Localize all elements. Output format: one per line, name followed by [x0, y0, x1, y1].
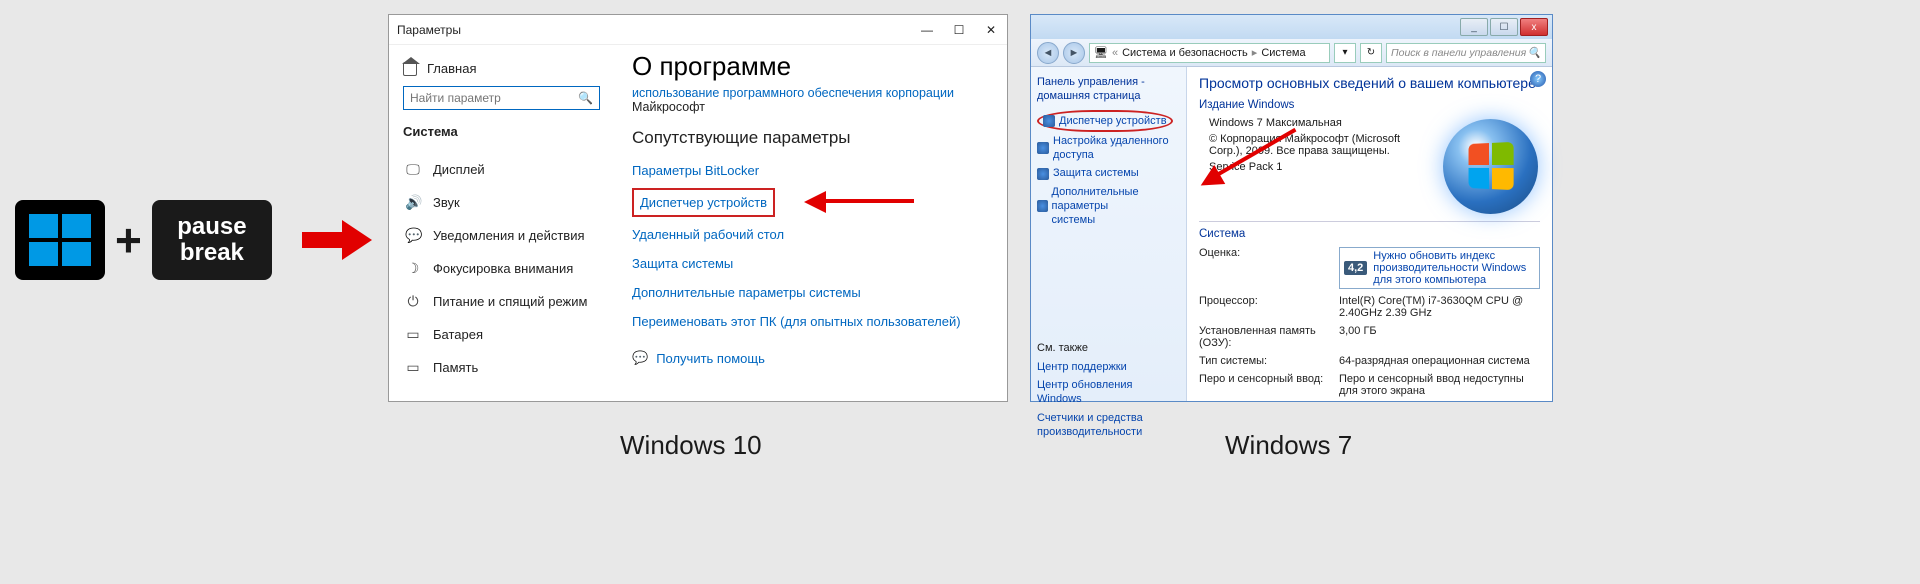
- windows-logo-icon: [1443, 119, 1538, 214]
- pen-touch-row: Перо и сенсорный ввод:Перо и сенсорный в…: [1199, 370, 1540, 400]
- edition-heading: Издание Windows: [1199, 99, 1540, 111]
- refresh-dropdown[interactable]: ▾: [1334, 43, 1356, 63]
- chat-icon: 💬: [405, 227, 421, 244]
- ms-terms-link[interactable]: использование программного обеспечения к…: [632, 86, 989, 114]
- home-nav[interactable]: Главная: [403, 55, 600, 86]
- get-help-link[interactable]: 💬 Получить помощь: [632, 350, 989, 366]
- help-bubble-icon: 💬: [632, 350, 648, 366]
- link-device-manager[interactable]: Диспетчер устройств: [1037, 110, 1173, 132]
- related-heading: Сопутствующие параметры: [632, 128, 989, 148]
- nav-sound[interactable]: 🔊Звук: [403, 186, 600, 219]
- caption-win7: Windows 7: [1225, 430, 1352, 461]
- power-icon: ⏻: [405, 293, 421, 310]
- win10-titlebar: Параметры — ☐ ✕: [389, 15, 1007, 45]
- shield-icon: [1037, 142, 1049, 154]
- shield-icon: [1043, 115, 1055, 127]
- help-icon[interactable]: ?: [1530, 71, 1546, 87]
- pause-break-key: pause break: [152, 200, 272, 280]
- win7-system-window: _ ☐ x ◄ ► 🖥 « Система и безопасность ▸ С…: [1030, 14, 1553, 402]
- win7-address-bar: ◄ ► 🖥 « Система и безопасность ▸ Система…: [1031, 39, 1552, 67]
- minimize-button[interactable]: —: [919, 23, 935, 37]
- battery-icon: ▭: [405, 326, 421, 343]
- link-device-manager[interactable]: Диспетчер устройств: [632, 188, 775, 217]
- nav-power[interactable]: ⏻Питание и спящий режим: [403, 285, 600, 318]
- windows-key-icon: [15, 200, 105, 280]
- maximize-button[interactable]: ☐: [951, 23, 967, 37]
- cpu-row: Процессор:Intel(R) Core(TM) i7-3630QM CP…: [1199, 292, 1540, 322]
- link-system-protection[interactable]: Защита системы: [1037, 164, 1180, 182]
- page-heading: О программе: [632, 51, 989, 82]
- ram-row: Установленная память (ОЗУ):3,00 ГБ: [1199, 322, 1540, 352]
- link-action-center[interactable]: Центр поддержки: [1037, 358, 1180, 376]
- speaker-icon: 🔊: [405, 194, 421, 211]
- link-system-protection[interactable]: Защита системы: [632, 249, 989, 278]
- win10-sidebar: Главная 🔍 Система 🖵Дисплей 🔊Звук 💬Уведом…: [389, 45, 614, 401]
- link-rename-pc[interactable]: Переименовать этот ПК (для опытных польз…: [632, 307, 989, 336]
- search-input[interactable]: 🔍: [403, 86, 600, 110]
- win10-main: О программе использование программного о…: [614, 45, 1007, 401]
- link-windows-update[interactable]: Центр обновления Windows: [1037, 376, 1180, 409]
- close-button[interactable]: x: [1520, 18, 1548, 36]
- plus-sign: +: [115, 213, 142, 267]
- link-remote-desktop[interactable]: Удаленный рабочий стол: [632, 220, 989, 249]
- search-icon: 🔍: [1528, 46, 1541, 59]
- arrow-right-icon: [302, 220, 372, 260]
- refresh-button[interactable]: ↻: [1360, 43, 1382, 63]
- control-panel-search[interactable]: Поиск в панели управления 🔍: [1386, 43, 1546, 63]
- minimize-button[interactable]: _: [1460, 18, 1488, 36]
- rating-box[interactable]: 4,2 Нужно обновить индекс производительн…: [1339, 247, 1540, 289]
- system-type-row: Тип системы:64-разрядная операционная си…: [1199, 352, 1540, 370]
- link-performance-tools[interactable]: Счетчики и средствапроизводительности: [1037, 409, 1180, 442]
- back-button[interactable]: ◄: [1037, 42, 1059, 64]
- nav-focus[interactable]: ☽Фокусировка внимания: [403, 252, 600, 285]
- control-panel-home-link[interactable]: Панель управления -домашняя страница: [1037, 75, 1180, 104]
- home-icon: [403, 62, 417, 76]
- see-also-label: См. также: [1037, 342, 1180, 354]
- link-bitlocker[interactable]: Параметры BitLocker: [632, 156, 989, 185]
- shield-icon: [1037, 168, 1049, 180]
- rating-badge: 4,2: [1344, 261, 1367, 275]
- system-heading: Система: [1199, 228, 1540, 240]
- nav-display[interactable]: 🖵Дисплей: [403, 153, 600, 186]
- shield-icon: [1037, 200, 1048, 212]
- moon-icon: ☽: [405, 260, 421, 277]
- nav-notifications[interactable]: 💬Уведомления и действия: [403, 219, 600, 252]
- maximize-button[interactable]: ☐: [1490, 18, 1518, 36]
- close-button[interactable]: ✕: [983, 23, 999, 37]
- breadcrumb[interactable]: 🖥 « Система и безопасность ▸ Система: [1089, 43, 1330, 63]
- caption-win10: Windows 10: [620, 430, 762, 461]
- link-advanced-system[interactable]: Дополнительные параметрысистемы: [1037, 183, 1180, 230]
- nav-battery[interactable]: ▭Батарея: [403, 318, 600, 351]
- window-title: Параметры: [397, 23, 461, 37]
- win7-main: ? Просмотр основных сведений о вашем ком…: [1187, 67, 1552, 401]
- search-icon: 🔍: [578, 91, 593, 105]
- key-combo: + pause break: [15, 200, 372, 280]
- link-remote-settings[interactable]: Настройка удаленногодоступа: [1037, 132, 1180, 165]
- storage-icon: ▭: [405, 359, 421, 376]
- link-advanced-system[interactable]: Дополнительные параметры системы: [632, 278, 989, 307]
- monitor-icon: 🖵: [405, 161, 421, 178]
- arrow-annotation-icon: [804, 191, 914, 213]
- computer-icon: 🖥: [1094, 46, 1108, 59]
- rating-row: Оценка: 4,2 Нужно обновить индекс произв…: [1199, 244, 1540, 292]
- nav-storage[interactable]: ▭Память: [403, 351, 600, 384]
- win7-sidebar: Панель управления -домашняя страница Дис…: [1031, 67, 1187, 401]
- win10-settings-window: Параметры — ☐ ✕ Главная 🔍 Система 🖵Диспл…: [388, 14, 1008, 402]
- win7-titlebar: _ ☐ x: [1031, 15, 1552, 39]
- page-heading: Просмотр основных сведений о вашем компь…: [1199, 75, 1540, 91]
- category-title: Система: [403, 124, 600, 139]
- forward-button[interactable]: ►: [1063, 42, 1085, 64]
